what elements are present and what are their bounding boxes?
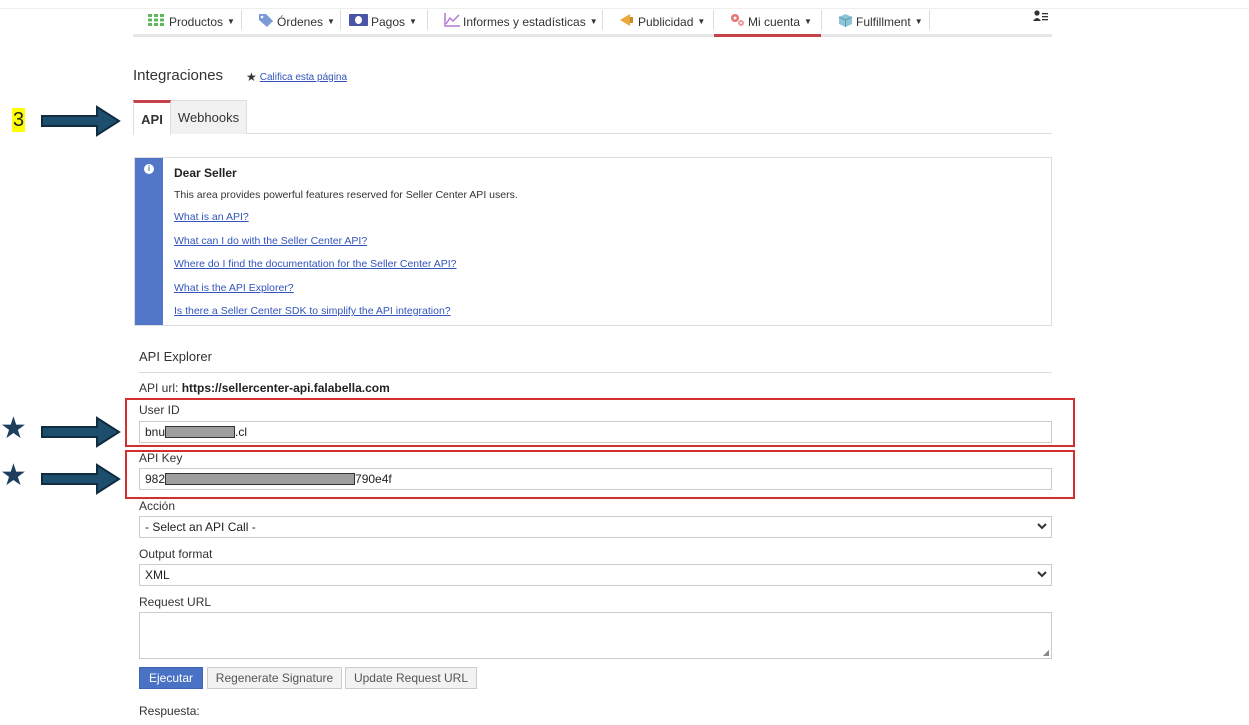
redaction-mask [165,426,236,438]
nav-separator [427,10,428,30]
output-format-value: XML [145,568,170,582]
arrow-right-icon [41,463,121,495]
response-label: Respuesta: [139,704,200,718]
nav-active-indicator [714,34,821,37]
info-panel: i Dear Seller This area provides powerfu… [134,157,1052,326]
section-title: API Explorer [139,349,212,364]
arrow-right-icon [41,105,121,137]
info-link-what-is-api[interactable]: What is an API? [174,211,249,223]
nav-label: Mi cuenta [748,14,801,29]
nav-pagos[interactable]: Pagos ▼ [349,9,417,34]
caret-down-icon: ▼ [697,17,706,26]
api-key-input[interactable]: 982 790e4f [139,468,1052,490]
info-text: This area provides powerful features res… [174,189,518,201]
star-icon: ★ [246,70,257,84]
step-number-badge: 3 [12,108,25,132]
nav-label: Pagos [371,14,406,29]
tab-bar: API Webhooks [133,100,1052,135]
api-url-value: https://sellercenter-api.falabella.com [181,381,390,395]
nav-ordenes[interactable]: Órdenes ▼ [258,9,335,34]
section-divider [139,372,1052,373]
caret-down-icon: ▼ [227,17,235,26]
resize-handle-icon[interactable]: ◢ [1043,648,1049,657]
tab-api[interactable]: API [133,100,171,135]
nav-fulfillment[interactable]: Fulfillment ▼ [838,9,923,34]
tag-icon [258,13,274,30]
request-url-textarea[interactable]: ◢ [139,612,1052,659]
chevron-down-icon [1037,569,1047,582]
info-title: Dear Seller [174,166,237,180]
box-icon [838,13,853,31]
request-url-label: Request URL [139,595,212,609]
regenerate-signature-button[interactable]: Regenerate Signature [207,667,342,689]
execute-button[interactable]: Ejecutar [139,667,203,689]
api-key-label: API Key [139,451,183,465]
user-id-label: User ID [139,403,180,417]
user-id-suffix: .cl [235,425,248,439]
user-id-prefix: bnu [145,425,166,439]
nav-publicidad[interactable]: Publicidad ▼ [619,9,705,34]
nav-label: Órdenes [277,14,324,29]
nav-separator [241,10,242,30]
nav-label: Productos [169,14,224,29]
chevron-down-icon [1037,521,1047,534]
nav-separator [602,10,603,30]
nav-label: Publicidad [638,14,694,29]
tab-webhooks[interactable]: Webhooks [171,100,247,134]
caret-down-icon: ▼ [589,17,598,26]
nav-label: Fulfillment [856,14,911,29]
nav-separator [929,10,930,30]
user-menu-icon[interactable] [1033,10,1049,25]
info-link-what-can-i-do[interactable]: What can I do with the Seller Center API… [174,235,367,247]
star-annotation-icon: ★ [0,459,27,492]
action-select-value: - Select an API Call - [145,520,256,534]
info-link-documentation[interactable]: Where do I find the documentation for th… [174,258,457,270]
caret-down-icon: ▼ [914,17,923,26]
page-title: Integraciones [133,67,224,84]
rate-page: ★ Califica esta página [246,70,347,84]
megaphone-icon [619,13,635,30]
nav-separator [340,10,341,30]
redaction-mask [165,473,356,485]
star-annotation-icon: ★ [0,412,27,445]
info-link-api-explorer[interactable]: What is the API Explorer? [174,282,294,294]
action-select[interactable]: - Select an API Call - [139,516,1052,538]
output-format-select[interactable]: XML [139,564,1052,586]
caret-down-icon: ▼ [804,17,812,26]
nav-separator [821,10,822,30]
info-icon: i [144,164,154,174]
nav-mi-cuenta[interactable]: Mi cuenta ▼ [730,9,812,34]
nav-productos[interactable]: Productos ▼ [148,9,235,34]
update-request-url-button[interactable]: Update Request URL [345,667,477,689]
api-key-suffix: 790e4f [355,472,392,486]
grid-icon [148,14,166,29]
api-url: API url: https://sellercenter-api.falabe… [139,381,390,395]
money-icon [349,14,368,29]
gears-icon [730,13,745,30]
action-label: Acción [139,499,176,513]
caret-down-icon: ▼ [409,17,417,26]
arrow-right-icon [41,416,121,448]
nav-label: Informes y estadísticas [463,14,586,29]
api-key-prefix: 982 [145,472,166,486]
output-format-label: Output format [139,547,213,561]
api-url-label: API url: [139,381,179,395]
info-stripe: i [135,158,163,325]
nav-informes[interactable]: Informes y estadísticas ▼ [444,9,598,34]
rate-page-link[interactable]: Califica esta página [260,72,347,83]
user-id-input[interactable]: bnu .cl [139,421,1052,443]
nav-separator [713,10,714,30]
caret-down-icon: ▼ [327,17,335,26]
info-link-sdk[interactable]: Is there a Seller Center SDK to simplify… [174,305,451,317]
chart-icon [444,13,460,30]
